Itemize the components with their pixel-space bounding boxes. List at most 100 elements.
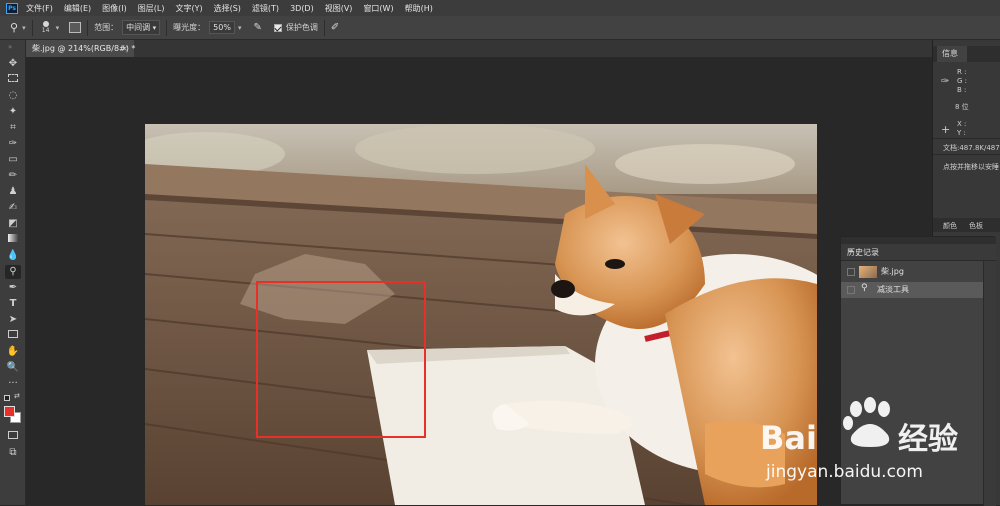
chevron-down-icon[interactable]: ▾ (238, 24, 242, 32)
airbrush-icon[interactable]: ✎ (253, 22, 261, 33)
menu-help[interactable]: 帮助(H) (405, 3, 433, 14)
history-panel-grip[interactable] (841, 237, 996, 244)
menu-image[interactable]: 图像(I) (102, 3, 127, 14)
crop-tool-icon[interactable]: ⌗ (5, 121, 21, 135)
document-tab-title: 柴.jpg @ 214%(RGB/8#) * (32, 44, 136, 53)
divider (933, 154, 1000, 155)
dodge-tool-icon: ⚲ (861, 283, 868, 293)
tab-info[interactable]: 信息 (937, 46, 967, 62)
divider (323, 19, 325, 36)
menu-select[interactable]: 选择(S) (214, 3, 241, 14)
range-label: 范围： (94, 23, 119, 32)
toolbar-grip-icon: » (8, 43, 13, 51)
healing-brush-tool-icon[interactable]: ▭ (5, 153, 21, 167)
watermark-brand: Bai (760, 419, 817, 457)
history-snapshot-row[interactable]: 柴.jpg (841, 264, 983, 280)
chevron-down-icon: ▾ (152, 24, 157, 32)
checkbox-checked-icon (273, 23, 282, 32)
brush-tool-icon[interactable]: ✏ (5, 169, 21, 183)
protect-tones-checkbox[interactable]: 保护色调 (273, 22, 318, 33)
history-snapshot-label: 柴.jpg (881, 267, 904, 276)
eraser-tool-icon[interactable]: ◩ (5, 217, 21, 231)
quick-mask-icon[interactable] (5, 430, 21, 444)
info-b: B : (957, 86, 967, 94)
more-tools-icon[interactable]: ··· (5, 377, 21, 391)
menu-bar: Ps 文件(F) 编辑(E) 图像(I) 图层(L) 文字(Y) 选择(S) 滤… (0, 0, 1000, 16)
document-tab-bar: 柴.jpg @ 214%(RGB/8#) * × (26, 40, 932, 57)
info-bit-depth: 8 位 (955, 103, 969, 111)
history-step-row[interactable]: ⚲ 减淡工具 (841, 282, 983, 298)
panel-menu-icon[interactable]: ≡ (847, 246, 991, 255)
chevron-down-icon[interactable]: ▾ (56, 24, 60, 32)
photo-illustration (145, 124, 817, 505)
divider (166, 19, 168, 36)
quick-mask-shape-icon (8, 431, 18, 439)
photoshop-logo[interactable]: Ps (6, 2, 18, 14)
paw-logo-icon (843, 397, 890, 447)
divider (87, 19, 89, 36)
dodge-tool-icon[interactable]: ⚲ (5, 265, 21, 279)
selection-highlight-box (256, 281, 426, 438)
tab-swatches[interactable]: 色板 (969, 221, 983, 231)
hand-tool-icon[interactable]: ✋ (5, 345, 21, 359)
pressure-icon[interactable]: ✐ (331, 22, 339, 33)
history-brush-tool-icon[interactable]: ✍ (5, 201, 21, 215)
chevron-down-icon[interactable]: ▾ (22, 24, 26, 32)
menu-filter[interactable]: 滤镜(T) (252, 3, 279, 14)
swap-colors-icon[interactable]: ⇄ (14, 392, 20, 400)
zoom-tool-icon[interactable]: 🔍 (5, 361, 21, 375)
lasso-tool-icon[interactable]: ◌ (5, 89, 21, 103)
magic-wand-tool-icon[interactable]: ✦ (5, 105, 21, 119)
marquee-tool-icon[interactable] (5, 73, 21, 87)
info-g: G : (957, 77, 968, 85)
info-y: Y : (957, 129, 966, 137)
exposure-label: 曝光度： (173, 23, 206, 32)
protect-tones-label: 保护色调 (285, 23, 318, 32)
shiba-photo[interactable] (145, 124, 817, 505)
history-panel-titlebar: 历史记录 ≡ (841, 244, 996, 261)
gradient-swatch-icon (8, 234, 18, 242)
baidu-jingyan-watermark: Bai 经验 jingyan.baidu.com (748, 395, 998, 485)
history-step-box-icon (847, 286, 855, 294)
blur-tool-icon[interactable]: 💧 (5, 249, 21, 263)
gradient-tool-icon[interactable] (5, 233, 21, 247)
exposure-input[interactable]: 50% (209, 21, 235, 34)
dodge-tool-preset-icon[interactable]: ⚲ (10, 21, 18, 34)
menu-layer[interactable]: 图层(L) (138, 3, 165, 14)
menu-3d[interactable]: 3D(D) (290, 4, 314, 13)
tab-color[interactable]: 颜色 (943, 221, 957, 231)
close-icon[interactable]: × (121, 40, 128, 57)
range-select[interactable]: 中间调 ▾ (122, 20, 161, 35)
screen-mode-icon[interactable]: ⧉ (5, 446, 21, 460)
eyedropper-tool-icon[interactable]: ✑ (5, 137, 21, 151)
menu-window[interactable]: 窗口(W) (363, 3, 393, 14)
pen-tool-icon[interactable]: ✒ (5, 281, 21, 295)
info-hint: 点按并拖移以安睡 (943, 163, 999, 171)
rectangle-tool-icon[interactable] (5, 329, 21, 343)
brush-panel-icon[interactable] (69, 22, 82, 33)
default-colors-icon[interactable] (4, 395, 10, 401)
path-selection-tool-icon[interactable]: ➤ (5, 313, 21, 327)
eyedropper-icon: ✑ (941, 76, 950, 87)
divider (31, 19, 33, 36)
type-tool-icon[interactable]: T (5, 297, 21, 311)
menu-view[interactable]: 视图(V) (325, 3, 353, 14)
menu-edit[interactable]: 编辑(E) (64, 3, 91, 14)
move-tool-icon[interactable]: ✥ (5, 57, 21, 71)
rectangle-shape-icon (8, 330, 18, 338)
brush-preview[interactable]: 14 (39, 21, 53, 34)
divider (933, 138, 1000, 139)
watermark-graphic: Bai 经验 jingyan.baidu.com (760, 397, 958, 482)
dashed-rect-icon (8, 74, 18, 82)
options-bar: ⚲ ▾ 14 ▾ 范围： 中间调 ▾ 曝光度： 50% ▾ ✎ 保护色调 ✐ (0, 16, 1000, 40)
foreground-color-swatch[interactable] (4, 406, 15, 417)
document-tab[interactable]: 柴.jpg @ 214%(RGB/8#) * × (26, 40, 136, 57)
range-select-value: 中间调 (126, 23, 151, 32)
history-snapshot-box-icon (847, 268, 855, 276)
menu-type[interactable]: 文字(Y) (175, 3, 202, 14)
watermark-url: jingyan.baidu.com (765, 462, 923, 482)
menu-file[interactable]: 文件(F) (26, 3, 53, 14)
brush-size-label: 14 (41, 27, 50, 34)
clone-stamp-tool-icon[interactable]: ♟ (5, 185, 21, 199)
snapshot-thumbnail (859, 266, 877, 278)
